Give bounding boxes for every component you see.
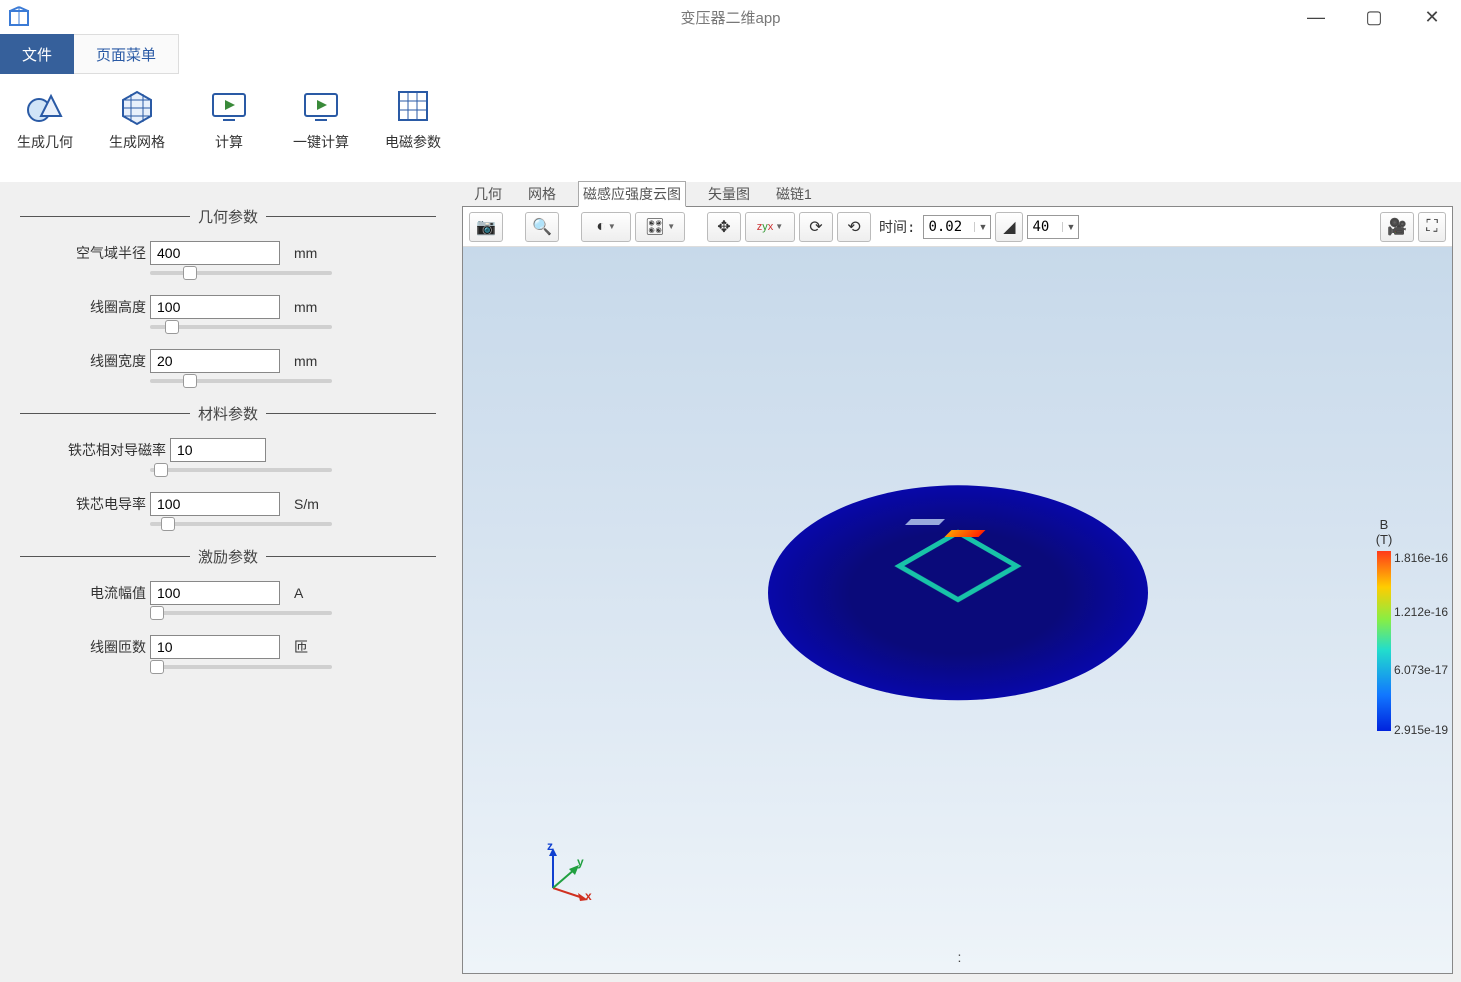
fullscreen-button[interactable]: ⛶ [1418,212,1446,242]
slider-coil-height[interactable] [150,325,332,329]
snapshot-button[interactable]: 📷 [469,212,503,242]
input-iron-conductivity[interactable] [150,492,280,516]
param-current-amplitude: 电流幅值 A [20,581,436,605]
section-excitation: 激励参数 [20,546,436,567]
input-coil-height[interactable] [150,295,280,319]
viewer-pane: 几何 网格 磁感应强度云图 矢量图 磁链1 📷 🔍 ◐▼ 🎛▼ ✥ zyx▼ ⟳… [462,182,1461,982]
input-iron-permeability[interactable] [170,438,266,462]
expand-icon: ⛶ [1426,218,1437,236]
param-coil-height: 线圈高度 mm [20,295,436,319]
simulation-bar-2 [944,530,985,537]
ribbon-generate-mesh[interactable]: 生成网格 [100,80,174,152]
param-coil-width: 线圈宽度 mm [20,349,436,373]
menu-tab-page[interactable]: 页面菜单 [74,34,179,74]
graphics-canvas[interactable]: z y x B (T) 1.816e-16 1.212e-16 6.073e-1… [463,247,1452,973]
slider-coil-turns[interactable] [150,665,332,669]
slider-current-amplitude[interactable] [150,611,332,615]
view-tab-flux1[interactable]: 磁链1 [772,182,816,206]
ribbon-label: 电磁参数 [385,132,441,152]
slider-iron-conductivity[interactable] [150,522,332,526]
color-cube-button[interactable]: 🎛▼ [635,212,685,242]
slider-air-radius[interactable] [150,271,332,275]
mesh-icon [117,86,157,126]
angle-select[interactable]: ▼ [1027,215,1079,239]
angle-icon-button[interactable]: ◢ [995,212,1023,242]
param-coil-turns: 线圈匝数 匝 [20,635,436,659]
input-coil-turns[interactable] [150,635,280,659]
cube-icon: 🎛 [645,217,665,237]
view-tab-vector[interactable]: 矢量图 [704,182,754,206]
rotate-ccw-button[interactable]: ⟲ [837,212,871,242]
minimize-button[interactable]: — [1287,0,1345,34]
rotate-cw-button[interactable]: ⟳ [799,212,833,242]
axis-icon: zyx [757,221,774,233]
slider-iron-permeability[interactable] [150,468,332,472]
menu-bar: 文件 页面菜单 [0,34,1461,74]
section-material: 材料参数 [20,403,436,424]
app-logo-icon [4,2,34,32]
legend-bar [1377,551,1391,731]
angle-icon: ◢ [1003,217,1015,237]
simulation-bar-1 [905,519,945,525]
viewer-toolbar: 📷 🔍 ◐▼ 🎛▼ ✥ zyx▼ ⟳ ⟲ 时间: ▼ ◢ ▼ 🎥 ⛶ [463,207,1452,247]
param-air-radius: 空气域半径 mm [20,241,436,265]
close-button[interactable]: ✕ [1403,0,1461,34]
geometry-icon [25,86,65,126]
ribbon-label: 计算 [215,132,243,152]
rotate-ccw-icon: ⟲ [847,217,860,237]
zoom-button[interactable]: 🔍 [525,212,559,242]
view-tab-mesh[interactable]: 网格 [524,182,560,206]
ribbon-label: 生成几何 [17,132,73,152]
view-tab-geometry[interactable]: 几何 [470,182,506,206]
axis-orient-button[interactable]: zyx▼ [745,212,795,242]
camera-icon: 📷 [476,217,496,237]
time-select[interactable]: ▼ [923,215,991,239]
ribbon-generate-geometry[interactable]: 生成几何 [8,80,82,152]
ribbon-one-click-compute[interactable]: 一键计算 [284,80,358,152]
pan-button[interactable]: ✥ [707,212,741,242]
viewer-tabs: 几何 网格 磁感应强度云图 矢量图 磁链1 [462,182,1453,206]
time-label: 时间: [879,217,915,237]
ribbon-compute[interactable]: 计算 [192,80,266,152]
cylinder-icon: ◐ [596,218,606,236]
view-tab-b-cloud[interactable]: 磁感应强度云图 [578,181,686,207]
record-button[interactable]: 🎥 [1380,212,1414,242]
title-bar: 变压器二维app — ▢ ✕ [0,0,1461,34]
maximize-button[interactable]: ▢ [1345,0,1403,34]
ribbon-label: 一键计算 [293,132,349,152]
color-legend: B (T) 1.816e-16 1.212e-16 6.073e-17 2.91… [1344,517,1424,731]
transparency-button[interactable]: ◐▼ [581,212,631,242]
one-click-icon [301,86,341,126]
section-geometry: 几何参数 [20,206,436,227]
status-colon: : [958,949,962,965]
rotate-cw-icon: ⟳ [809,217,822,237]
param-iron-permeability: 铁芯相对导磁率 [20,438,436,462]
axis-triad: z y x [533,843,593,903]
menu-tab-file[interactable]: 文件 [0,34,74,74]
ribbon-toolbar: 生成几何 生成网格 计算 一键计算 电磁参数 [0,74,1461,182]
app-title: 变压器二维app [680,7,780,28]
input-coil-width[interactable] [150,349,280,373]
compute-icon [209,86,249,126]
input-air-radius[interactable] [150,241,280,265]
em-params-icon [393,86,433,126]
input-current-amplitude[interactable] [150,581,280,605]
ribbon-em-parameters[interactable]: 电磁参数 [376,80,450,152]
parameter-sidebar: 几何参数 空气域半径 mm 线圈高度 mm 线圈宽度 mm 材料参数 铁芯相对导… [0,182,462,982]
magnifier-icon: 🔍 [532,217,552,237]
slider-coil-width[interactable] [150,379,332,383]
move-icon: ✥ [717,217,730,237]
ribbon-label: 生成网格 [109,132,165,152]
video-icon: 🎥 [1387,217,1407,237]
param-iron-conductivity: 铁芯电导率 S/m [20,492,436,516]
